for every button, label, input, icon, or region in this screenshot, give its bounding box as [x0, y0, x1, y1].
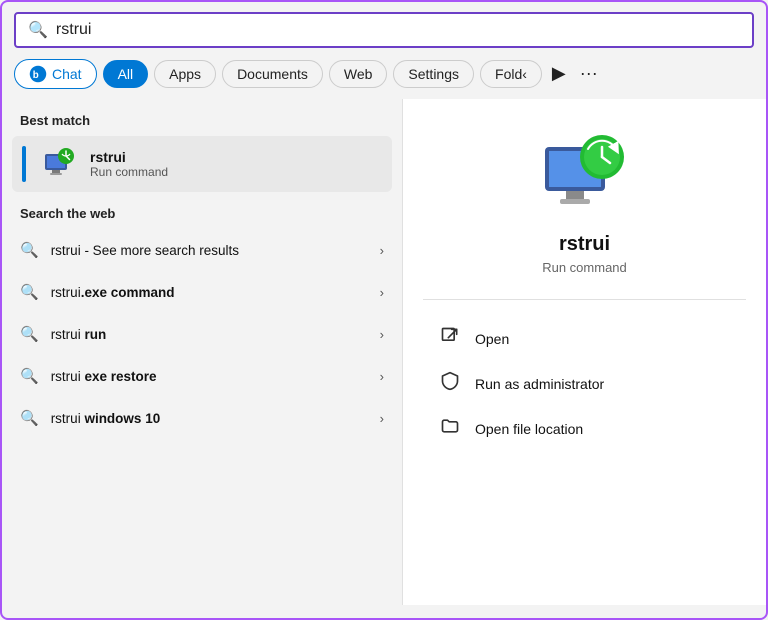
app-type: Run command [542, 260, 627, 275]
chevron-right-icon: › [380, 327, 384, 342]
search-icon: 🔍 [20, 241, 39, 259]
play-icon: ▶ [552, 63, 566, 84]
tab-documents[interactable]: Documents [222, 60, 323, 88]
chevron-right-icon: › [380, 411, 384, 426]
best-match-item[interactable]: rstrui Run command [12, 136, 392, 192]
chevron-right-icon: › [380, 285, 384, 300]
tab-web[interactable]: Web [329, 60, 388, 88]
right-panel: rstrui Run command Open [402, 99, 766, 605]
web-item-text: rstrui.exe command [51, 285, 175, 300]
accent-bar [22, 146, 26, 182]
tab-web-label: Web [344, 66, 373, 82]
open-action[interactable]: Open [423, 316, 746, 361]
chevron-right-icon: › [380, 369, 384, 384]
list-item[interactable]: 🔍 rstrui exe restore › [2, 355, 402, 397]
run-as-admin-label: Run as administrator [475, 376, 604, 392]
tab-all-label: All [118, 66, 134, 82]
bing-icon: b [29, 65, 47, 83]
filter-tabs: b Chat All Apps Documents Web Settings F… [2, 48, 766, 99]
chevron-right-icon: › [380, 243, 384, 258]
web-item-text: rstrui run [51, 327, 107, 342]
app-icon-large [540, 129, 630, 219]
more-tabs-button[interactable]: ▶ [548, 58, 570, 89]
tab-documents-label: Documents [237, 66, 308, 82]
list-item[interactable]: 🔍 rstrui - See more search results › [2, 229, 402, 271]
overflow-menu-button[interactable]: ··· [576, 58, 602, 89]
search-input[interactable] [56, 21, 740, 39]
tab-settings-label: Settings [408, 66, 459, 82]
external-link-icon [439, 326, 461, 351]
web-search-label: Search the web [2, 192, 402, 229]
search-icon: 🔍 [20, 367, 39, 385]
tab-chat[interactable]: b Chat [14, 59, 97, 89]
search-icon: 🔍 [28, 20, 48, 40]
tab-all[interactable]: All [103, 60, 149, 88]
divider [423, 299, 746, 300]
search-icon: 🔍 [20, 325, 39, 343]
file-location-action[interactable]: Open file location [423, 406, 746, 451]
tab-apps[interactable]: Apps [154, 60, 216, 88]
web-item-text: rstrui - See more search results [51, 243, 239, 258]
search-icon: 🔍 [20, 409, 39, 427]
tab-apps-label: Apps [169, 66, 201, 82]
best-match-title: rstrui [90, 149, 168, 165]
action-list: Open Run as administrator Open fil [423, 316, 746, 451]
folder-icon [439, 416, 461, 441]
list-item[interactable]: 🔍 rstrui.exe command › [2, 271, 402, 313]
tab-chat-label: Chat [52, 66, 82, 82]
search-bar: 🔍 [14, 12, 754, 48]
web-item-text: rstrui windows 10 [51, 411, 161, 426]
best-match-section-label: Best match [2, 109, 402, 136]
tab-settings[interactable]: Settings [393, 60, 474, 88]
search-icon: 🔍 [20, 283, 39, 301]
svg-text:b: b [33, 69, 39, 80]
file-location-label: Open file location [475, 421, 583, 437]
rstrui-icon [42, 146, 78, 182]
tab-folders-label: Fold‹ [495, 66, 527, 82]
run-as-admin-action[interactable]: Run as administrator [423, 361, 746, 406]
ellipsis-icon: ··· [580, 63, 598, 84]
open-label: Open [475, 331, 509, 347]
best-match-text: rstrui Run command [90, 149, 168, 179]
app-name: rstrui [559, 233, 610, 256]
best-match-subtitle: Run command [90, 165, 168, 179]
shield-icon [439, 371, 461, 396]
tab-folders[interactable]: Fold‹ [480, 60, 542, 88]
list-item[interactable]: 🔍 rstrui run › [2, 313, 402, 355]
main-content: Best match rstru [2, 99, 766, 605]
web-item-text: rstrui exe restore [51, 369, 157, 384]
left-panel: Best match rstru [2, 99, 402, 605]
list-item[interactable]: 🔍 rstrui windows 10 › [2, 397, 402, 439]
